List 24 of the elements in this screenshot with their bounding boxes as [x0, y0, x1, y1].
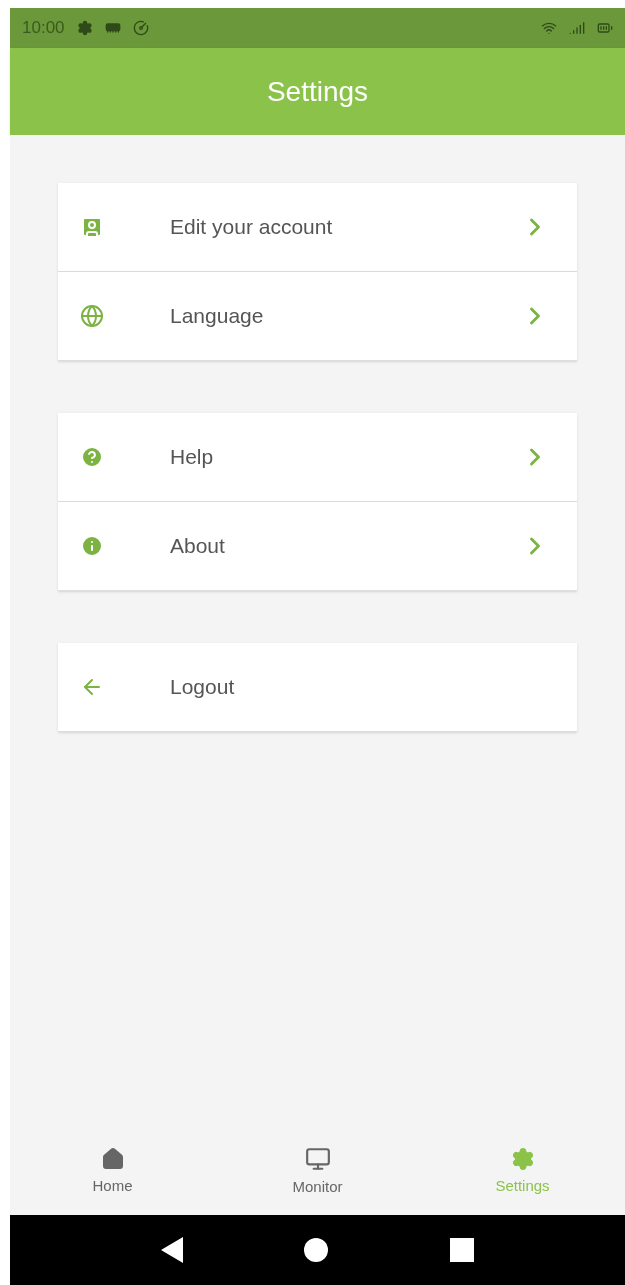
settings-icon: [510, 1147, 535, 1172]
settings-row[interactable]: Logout: [58, 643, 577, 732]
gear-icon: [76, 20, 93, 36]
battery-icon: [597, 20, 613, 36]
back-icon: [160, 1237, 183, 1263]
wifi-icon: [541, 20, 557, 36]
settings-row[interactable]: About: [58, 502, 577, 591]
status-time: 10:00: [22, 17, 65, 40]
monitor-icon: [304, 1146, 331, 1173]
info-icon: [80, 534, 104, 558]
settings-row[interactable]: Help: [58, 413, 577, 502]
nav-tab[interactable]: Monitor: [215, 1146, 420, 1199]
home-circle-icon: [304, 1238, 329, 1262]
signal-icon: [569, 20, 585, 36]
nav-tab[interactable]: Home: [10, 1147, 215, 1198]
settings-row[interactable]: Language: [58, 272, 577, 361]
settings-row[interactable]: Edit your account: [58, 183, 577, 272]
gauge-icon: [132, 20, 149, 36]
header-title: Settings: [266, 74, 369, 109]
help-icon: [80, 445, 104, 469]
globe-icon: [80, 304, 104, 328]
home-icon: [100, 1147, 125, 1172]
recents-icon: [450, 1238, 475, 1262]
memory-card-icon: [104, 20, 121, 36]
